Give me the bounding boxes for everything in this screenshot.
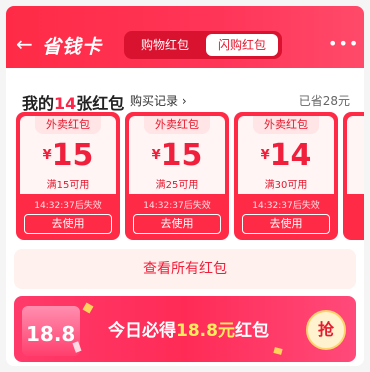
coupon-expiry: 14:32:37后失效 xyxy=(252,201,320,211)
banner-text-suffix: 红包 xyxy=(234,321,269,341)
coupon-card: 外卖红包 ¥15 满25可用 14:32:37后失效 去使用 xyxy=(125,112,229,240)
currency-symbol: ¥ xyxy=(42,148,52,163)
banner-highlight-amount: 18.8元 xyxy=(176,321,235,341)
coupon-body xyxy=(347,116,364,194)
title-suffix: 张红包 xyxy=(76,94,125,113)
coupon-card: 外卖红包 ¥14 满30可用 14:32:37后失效 去使用 xyxy=(234,112,338,240)
app-frame: ← 省钱卡 购物红包 闪购红包 ••• 我的14张红包 购买记录 › 已省28元… xyxy=(6,6,364,366)
confetti-decoration xyxy=(273,347,283,355)
banner-text: 今日必得18.8元红包 xyxy=(108,316,269,341)
envelope-value: 18.8 xyxy=(26,322,76,346)
tab-shopping-redpacket[interactable]: 购物红包 xyxy=(128,34,202,56)
coupon-value: 14 xyxy=(269,138,312,173)
coupon-amount: ¥15 xyxy=(20,138,116,173)
saved-amount: 已省28元 xyxy=(298,94,350,108)
view-all-redpackets-button[interactable]: 查看所有红包 xyxy=(14,249,356,289)
currency-symbol: ¥ xyxy=(260,148,270,163)
coupon-expiry: 14:32:37后失效 xyxy=(34,201,102,211)
currency-symbol: ¥ xyxy=(151,148,161,163)
header-bar: ← 省钱卡 购物红包 闪购红包 ••• xyxy=(6,6,364,68)
section-title: 我的14张红包 xyxy=(22,90,124,114)
coupon-amount: ¥14 xyxy=(238,138,334,173)
coupon-value: 15 xyxy=(51,138,94,173)
coupon-condition: 满15可用 xyxy=(46,180,90,191)
coupon-condition: 满30可用 xyxy=(264,180,308,191)
use-coupon-button[interactable]: 去使用 xyxy=(133,214,221,234)
coupon-card: 外卖红包 ¥15 满15可用 14:32:37后失效 去使用 xyxy=(16,112,120,240)
coupon-tag: 外卖红包 xyxy=(35,116,101,134)
coupon-body: 外卖红包 ¥14 满30可用 xyxy=(238,116,334,194)
back-arrow-icon[interactable]: ← xyxy=(16,34,36,54)
grab-button[interactable]: 抢 xyxy=(306,310,346,350)
coupon-condition: 满25可用 xyxy=(155,180,199,191)
tab-flash-redpacket[interactable]: 闪购红包 xyxy=(206,34,278,56)
redpacket-count: 14 xyxy=(54,94,77,113)
title-prefix: 我的 xyxy=(22,94,55,113)
coupon-body: 外卖红包 ¥15 满25可用 xyxy=(129,116,225,194)
coupon-amount: ¥15 xyxy=(129,138,225,173)
purchase-history-link[interactable]: 购买记录 › xyxy=(130,92,187,109)
banner-text-prefix: 今日必得 xyxy=(108,321,176,341)
segment-control: 购物红包 闪购红包 xyxy=(124,31,282,59)
coupon-expiry: 14:32:37后失效 xyxy=(143,201,211,211)
redpacket-envelope-icon: 18.8 xyxy=(22,306,80,356)
coupon-tag: 外卖红包 xyxy=(144,116,210,134)
coupon-card-partial xyxy=(343,112,364,240)
page-title: 省钱卡 xyxy=(42,36,103,58)
coupon-body: 外卖红包 ¥15 满15可用 xyxy=(20,116,116,194)
coupon-value: 15 xyxy=(160,138,203,173)
use-coupon-button[interactable]: 去使用 xyxy=(24,214,112,234)
confetti-decoration xyxy=(82,302,94,314)
more-options-icon[interactable]: ••• xyxy=(328,36,359,52)
promo-banner[interactable]: 18.8 今日必得18.8元红包 抢 xyxy=(14,296,356,362)
coupon-tag: 外卖红包 xyxy=(253,116,319,134)
use-coupon-button[interactable]: 去使用 xyxy=(242,214,330,234)
